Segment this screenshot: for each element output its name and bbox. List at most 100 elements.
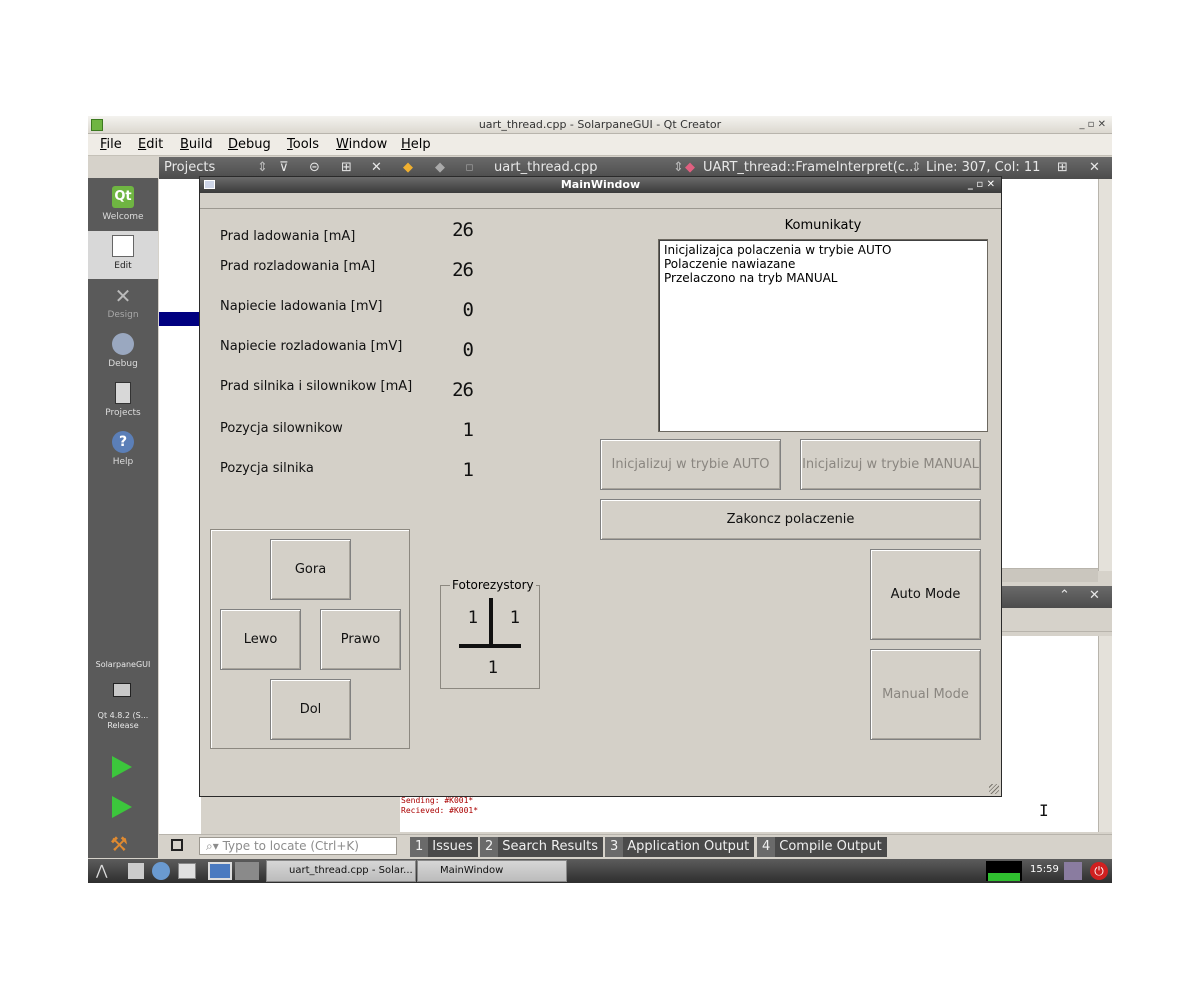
menu-help[interactable]: Help [401,137,431,152]
selector-arrows-icon: ⇕ [257,160,268,175]
qt-logo-icon: Qt [112,186,134,208]
run-icon[interactable] [112,756,132,778]
desktop-taskbar: ⋀ uart_thread.cpp - Solar... MainWindow … [88,859,1112,883]
tab-number: 4 [757,837,776,857]
close-output-icon[interactable]: ✕ [1089,588,1100,603]
tab-number: 2 [480,837,499,857]
lcd-photoresistor-top-left: 1 [467,608,478,628]
mode-design[interactable]: ✕ Design [88,280,158,328]
maximize-output-icon[interactable]: ⌃ [1059,588,1070,603]
label-motor-position: Pozycja silnika [220,461,314,476]
menu-edit[interactable]: Edit [138,137,163,152]
open-file-selector[interactable]: uart_thread.cpp [494,160,598,175]
window-controls-icon[interactable]: _ ▫ ✕ [968,177,995,193]
split-icon[interactable]: ⊞ [341,160,352,175]
lcd-photoresistor-bottom: 1 [487,658,498,678]
label-motor-current: Prad silnika i silownikow [mA] [220,379,413,394]
size-grip-icon[interactable] [989,784,999,794]
editor-scrollbar[interactable] [1098,179,1112,571]
label-discharge-voltage: Napiecie rozladowania [mV] [220,339,403,354]
locator-input[interactable]: ⌕▾ Type to locate (Ctrl+K) [199,837,397,855]
lcd-motor-current: 26 [452,379,474,401]
right-button[interactable]: Prawo [320,609,401,670]
filter-icon[interactable]: ⊽ [279,160,289,175]
project-tree[interactable] [159,179,201,834]
desktop-2-icon[interactable] [235,862,259,880]
mode-label: Design [107,310,139,320]
output-tab-search-results[interactable]: 2 Search Results [480,837,604,857]
symbol-selector[interactable]: UART_thread::FrameInterpret(c... [703,160,917,175]
status-bar: ⌕▾ Type to locate (Ctrl+K) 1 Issues 2 Sear… [159,834,1112,858]
close-pane-icon[interactable]: ✕ [371,160,382,175]
projects-selector[interactable]: Projects [164,160,215,175]
desktop-1-icon[interactable] [208,862,232,880]
lock-screen-icon[interactable] [1064,862,1082,880]
split-editor-icon[interactable]: ⊞ [1057,160,1068,175]
output-scrollbar[interactable] [1098,636,1112,832]
messages-textbox[interactable]: Inicjalizajca polaczenia w trybie AUTO P… [658,239,988,432]
file-manager-icon[interactable] [178,863,196,879]
menu-debug[interactable]: Debug [228,137,271,152]
message-line: Polaczenie nawiazane [664,257,796,271]
output-line: Recieved: #K001* [401,806,479,815]
link-icon[interactable]: ⊝ [309,160,320,175]
browser-icon[interactable] [152,862,170,880]
kit-computer-icon[interactable] [113,683,131,697]
mode-projects[interactable]: Projects [88,378,158,426]
help-question-icon: ? [112,431,134,453]
task-qt-creator[interactable]: uart_thread.cpp - Solar... [266,860,416,882]
task-label: uart_thread.cpp - Solar... [289,865,413,876]
editor-hscrollbar[interactable] [1001,568,1098,582]
symbol-selector-arrows-icon: ⇕ [911,160,922,175]
back-arrow-icon[interactable]: ◆ [403,160,413,175]
task-mainwindow[interactable]: MainWindow [417,860,567,882]
toggle-sidebar-icon[interactable] [171,839,183,851]
window-controls-icon[interactable]: _ ▫ ✕ [1079,116,1106,134]
projects-book-icon [115,382,131,404]
power-icon[interactable]: ⏻ [1090,862,1108,880]
mode-welcome[interactable]: Qt Welcome [88,182,158,230]
photoresistors-group: 1 1 1 [440,585,540,689]
build-hammer-icon[interactable]: ⚒ [110,832,134,856]
forward-arrow-icon[interactable]: ◆ [435,160,445,175]
left-button[interactable]: Lewo [220,609,301,670]
mainwindow-titlebar: MainWindow _ ▫ ✕ [200,177,1001,193]
init-manual-button[interactable]: Inicjalizuj w trybie MANUAL [800,439,981,490]
output-line: Sending: #K001* [401,796,474,805]
menu-build[interactable]: Build [180,137,213,152]
mode-help[interactable]: ? Help [88,427,158,475]
tab-name: Issues [432,839,473,854]
mode-debug[interactable]: Debug [88,329,158,377]
tree-selected-row[interactable] [159,312,201,326]
window-menu-icon[interactable] [204,180,215,189]
mode-edit[interactable]: Edit [88,231,158,279]
mode-label: Projects [105,408,141,418]
mainwindow-title: MainWindow [560,178,641,191]
task-label: MainWindow [440,865,504,876]
message-line: Przelaczono na tryb MANUAL [664,271,838,285]
creator-menubar: File Edit Build Debug Tools Window Help [88,134,1112,156]
disconnect-button[interactable]: Zakoncz polaczenie [600,499,981,540]
auto-mode-button[interactable]: Auto Mode [870,549,981,640]
close-editor-icon[interactable]: ✕ [1089,160,1100,175]
debug-run-icon[interactable] [112,796,132,818]
output-tab-issues[interactable]: 1 Issues [410,837,478,857]
down-button[interactable]: Dol [270,679,351,740]
menu-tools[interactable]: Tools [287,137,319,152]
init-auto-button[interactable]: Inicjalizuj w trybie AUTO [600,439,781,490]
menu-file[interactable]: File [100,137,122,152]
label-charge-voltage: Napiecie ladowania [mV] [220,299,383,314]
manual-mode-button[interactable]: Manual Mode [870,649,981,740]
tab-name: Compile Output [779,839,882,854]
lcd-photoresistor-top-right: 1 [509,608,520,628]
menu-window[interactable]: Window [336,137,387,152]
terminal-icon[interactable] [128,863,144,879]
tab-number: 3 [605,837,624,857]
mode-label: Help [112,457,134,467]
up-button[interactable]: Gora [270,539,351,600]
start-menu-icon[interactable]: ⋀ [96,863,122,879]
code-editor[interactable] [1001,179,1099,571]
cpu-monitor-icon [986,861,1022,881]
output-tab-application-output[interactable]: 3 Application Output [605,837,755,857]
output-tab-compile-output[interactable]: 4 Compile Output [757,837,887,857]
